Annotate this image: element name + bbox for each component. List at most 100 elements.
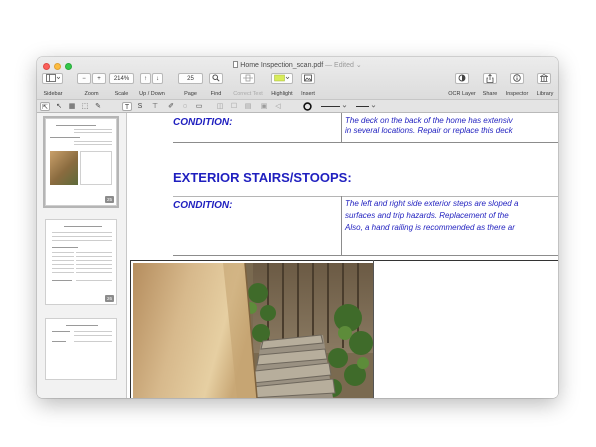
inspector-button[interactable]: [510, 73, 524, 84]
deck-condition-line: The deck on the back of the home has ext…: [345, 116, 513, 125]
page-thumbnail[interactable]: [45, 318, 117, 380]
insert-control: [301, 73, 315, 91]
insert-button[interactable]: [301, 73, 315, 84]
find-control: [209, 73, 223, 91]
app-window: Home Inspection_scan.pdf — Edited ⌄ Side…: [37, 57, 558, 398]
text-box-tool-icon[interactable]: ⊤: [150, 102, 160, 111]
note-tool-icon[interactable]: ▭: [194, 102, 204, 111]
stroke-color-icon[interactable]: [302, 102, 312, 111]
highlight-control: [271, 73, 293, 91]
area-select-tool-icon[interactable]: ⬚: [80, 102, 90, 111]
annotation-toolbar: ⇱ ↖ ▦ ⬚ ✎ T S ⊤ ✐ ◌ ▭ ◫ ☐ ▤ ▣ ◁: [37, 99, 558, 113]
pointer-tool-icon[interactable]: ↖: [54, 102, 64, 111]
zoom-in-button[interactable]: +: [92, 73, 106, 84]
insert-label: Insert: [301, 91, 315, 97]
sidebar-toggle-button[interactable]: [42, 73, 63, 84]
audio-tool-icon[interactable]: ◁: [273, 102, 283, 111]
zoom-label: Zoom: [84, 91, 99, 97]
stairs-condition-line: Also, a hand railing is recommended as t…: [345, 223, 515, 232]
document-view[interactable]: CONDITION: The deck on the back of the h…: [128, 113, 558, 398]
thumb-text-line: [52, 232, 112, 233]
sidebar-label: Sidebar: [43, 91, 63, 97]
thumb-text-line: [52, 236, 112, 237]
zoom-out-button[interactable]: −: [77, 73, 91, 84]
rectangle-select-tool-icon[interactable]: ▦: [67, 102, 77, 111]
scale-label: Scale: [114, 91, 129, 97]
thumb-empty-box: [80, 151, 112, 185]
thumb-text-line: [52, 268, 74, 269]
thumb-text-line: [76, 272, 112, 273]
updown-label: Up / Down: [139, 91, 165, 97]
page-control: 25: [178, 73, 203, 91]
find-button[interactable]: [209, 73, 223, 84]
line-style-icon: [321, 105, 347, 108]
form-field-tool-icon[interactable]: ▤: [243, 102, 253, 111]
page-thumbnail[interactable]: 25: [43, 116, 119, 208]
title-bar: Home Inspection_scan.pdf — Edited ⌄ Side…: [37, 57, 558, 99]
thumb-text-line: [52, 341, 66, 342]
ocr-layer-icon: [458, 74, 466, 82]
correct-text-label: Correct Text: [233, 91, 263, 97]
text-selection-tool-icon[interactable]: ⇱: [40, 102, 50, 111]
scale-field[interactable]: 214%: [109, 73, 134, 84]
library-icon: [539, 74, 549, 82]
line-end-selector[interactable]: [355, 102, 385, 111]
form-checkbox-tool-icon[interactable]: ☐: [229, 102, 239, 111]
find-label: Find: [210, 91, 222, 97]
edited-status[interactable]: — Edited ⌄: [325, 62, 362, 69]
stairs-photo: [133, 263, 373, 398]
library-button[interactable]: [537, 73, 551, 84]
thumb-photo: [50, 151, 78, 185]
share-button[interactable]: [483, 73, 497, 84]
sidebar-toggle[interactable]: [42, 73, 63, 91]
page-down-button[interactable]: ↓: [152, 73, 163, 84]
thumb-text-line: [52, 240, 112, 241]
deck-condition-line: in several locations. Repair or replace …: [345, 126, 513, 135]
line-style-selector[interactable]: [320, 102, 350, 111]
highlight-label: Highlight: [271, 91, 293, 97]
thumb-text-line: [52, 280, 72, 281]
image-tool-icon[interactable]: ▣: [259, 102, 269, 111]
thumbnail-page-number: 25: [104, 196, 114, 203]
text-markup-tool-icon[interactable]: T: [122, 102, 132, 111]
page-number-field[interactable]: 25: [178, 73, 203, 84]
window-title[interactable]: Home Inspection_scan.pdf — Edited ⌄: [37, 61, 558, 69]
page-thumbnail[interactable]: 26: [45, 219, 117, 305]
page-up-button[interactable]: ↑: [140, 73, 151, 84]
thumb-text-line: [74, 335, 112, 336]
ocr-layer-button[interactable]: [455, 73, 469, 84]
library-label: Library: [536, 91, 554, 97]
stamp-tool-icon[interactable]: ◫: [215, 102, 225, 111]
thumb-text-line: [74, 331, 112, 332]
page-label: Page: [184, 91, 197, 97]
pdf-page: CONDITION: The deck on the back of the h…: [128, 113, 558, 398]
thumb-text-line: [66, 325, 98, 326]
highlight-button[interactable]: [271, 73, 293, 84]
thumb-text-line: [52, 331, 70, 332]
pen-tool-icon[interactable]: ✐: [166, 102, 176, 111]
stairs-condition-line: surfaces and trip hazards. Replacement o…: [345, 211, 509, 220]
line-end-icon: [356, 105, 376, 108]
thumb-text-line: [74, 132, 112, 133]
thumbnail-sidebar: 25 26: [37, 113, 127, 398]
thumb-text-line: [76, 252, 112, 253]
zoom-control: − +: [77, 73, 106, 91]
thumb-text-line: [74, 129, 112, 130]
table-divider: [341, 196, 342, 255]
thumb-text-line: [52, 272, 74, 273]
correct-text-button[interactable]: [240, 73, 255, 84]
correct-text-control: [240, 73, 255, 91]
strikethrough-tool-icon[interactable]: S: [135, 102, 145, 111]
comment-tool-icon[interactable]: ◌: [180, 102, 190, 111]
thumb-text-line: [74, 144, 112, 145]
thumb-text-line: [64, 226, 102, 227]
condition-label: CONDITION:: [173, 117, 233, 128]
stairs-condition-line: The left and right side exterior steps a…: [345, 199, 519, 208]
pencil-tool-icon[interactable]: ✎: [93, 102, 103, 111]
share-control: [483, 73, 497, 91]
thumb-text-line: [76, 260, 112, 261]
ocr-control: [455, 73, 469, 91]
thumb-text-line: [76, 264, 112, 265]
thumb-text-line: [52, 256, 74, 257]
condition-label: CONDITION:: [173, 200, 233, 211]
